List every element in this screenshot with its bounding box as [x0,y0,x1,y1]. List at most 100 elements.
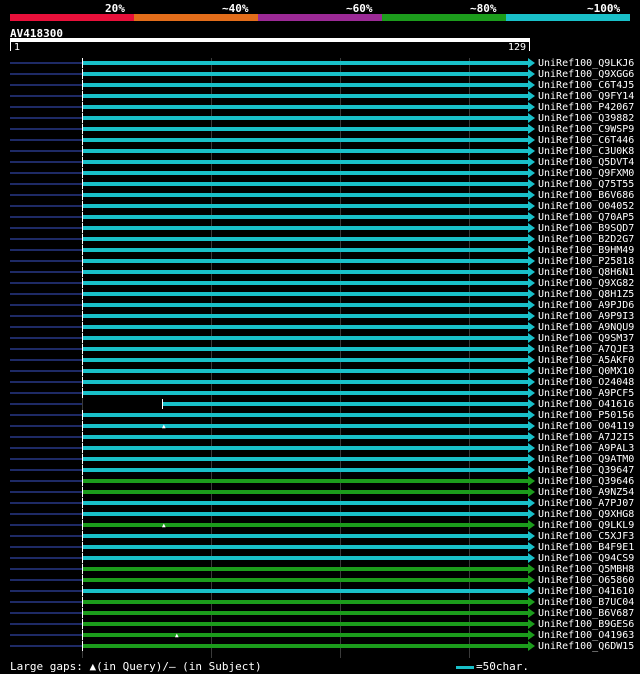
hit-label[interactable]: UniRef100_Q5MBH8 [538,564,634,575]
hit-label[interactable]: UniRef100_A7QJE3 [538,344,634,355]
hit-row[interactable]: UniRef100_Q9SM37 [0,333,640,344]
hit-label[interactable]: UniRef100_Q39882 [538,113,634,124]
hit-bar[interactable] [82,578,528,582]
hit-row[interactable]: UniRef100_A7QJE3 [0,344,640,355]
hit-row[interactable]: UniRef100_A9NQU9 [0,322,640,333]
hit-bar[interactable] [82,391,528,395]
hit-label[interactable]: UniRef100_Q9XGG6 [538,69,634,80]
hit-bar[interactable] [82,270,528,274]
hit-row[interactable]: UniRef100_Q9ATM0 [0,454,640,465]
hit-row[interactable]: UniRef100_Q9XGG6 [0,69,640,80]
hit-row[interactable]: UniRef100_Q8H6N1 [0,267,640,278]
hit-bar[interactable] [82,380,528,384]
hit-bar[interactable] [82,611,528,615]
hit-bar[interactable] [82,479,528,483]
hit-row[interactable]: UniRef100_A5AKF0 [0,355,640,366]
hit-row[interactable]: UniRef100_B6V686 [0,190,640,201]
hit-row[interactable]: UniRef100_Q39647 [0,465,640,476]
hit-bar[interactable] [82,226,528,230]
hit-bar[interactable] [82,281,528,285]
hit-row[interactable]: UniRef100_P25818 [0,256,640,267]
hit-bar[interactable] [82,534,528,538]
hit-row[interactable]: UniRef100_B2D2G7 [0,234,640,245]
hit-row[interactable]: UniRef100_Q39646 [0,476,640,487]
hit-bar[interactable] [82,413,528,417]
hit-bar[interactable] [82,171,528,175]
hit-row[interactable]: UniRef100_A9PCF5 [0,388,640,399]
hit-bar[interactable] [82,556,528,560]
hit-bar[interactable] [82,303,528,307]
hit-bar[interactable] [82,545,528,549]
hit-bar[interactable] [82,589,528,593]
hit-bar[interactable] [82,215,528,219]
hit-row[interactable]: UniRef100_Q70AP5 [0,212,640,223]
hit-row[interactable]: UniRef100_Q8H1Z5 [0,289,640,300]
hit-label[interactable]: UniRef100_C6T446 [538,135,634,146]
hit-bar[interactable] [82,336,528,340]
hit-label[interactable]: UniRef100_O41610 [538,586,634,597]
hit-row[interactable]: ▲ UniRef100_Q9LKL9 [0,520,640,531]
hit-row[interactable]: UniRef100_A9NZ54 [0,487,640,498]
hit-row[interactable]: UniRef100_C3U0K8 [0,146,640,157]
hit-label[interactable]: UniRef100_O41616 [538,399,634,410]
hit-bar[interactable] [82,501,528,505]
hit-bar[interactable] [82,523,528,527]
hit-row[interactable]: UniRef100_Q9XG82 [0,278,640,289]
hit-bar[interactable] [82,325,528,329]
hit-label[interactable]: UniRef100_Q75T55 [538,179,634,190]
hit-bar[interactable] [82,138,528,142]
hit-label[interactable]: UniRef100_Q9SM37 [538,333,634,344]
hit-label[interactable]: UniRef100_Q9XG82 [538,278,634,289]
hit-bar[interactable] [82,512,528,516]
hit-row[interactable]: UniRef100_Q9FXM0 [0,168,640,179]
hit-row[interactable]: ▲ UniRef100_O04119 [0,421,640,432]
hit-bar[interactable] [82,127,528,131]
hit-bar[interactable] [82,116,528,120]
hit-row[interactable]: UniRef100_O24048 [0,377,640,388]
hit-row[interactable]: UniRef100_B4F9E1 [0,542,640,553]
hit-label[interactable]: UniRef100_B6V687 [538,608,634,619]
hit-row[interactable]: UniRef100_Q39882 [0,113,640,124]
hit-bar[interactable] [82,435,528,439]
hit-label[interactable]: UniRef100_B4F9E1 [538,542,634,553]
hit-label[interactable]: UniRef100_Q8H1Z5 [538,289,634,300]
hit-row[interactable]: UniRef100_A9PJD6 [0,300,640,311]
hit-label[interactable]: UniRef100_A9NZ54 [538,487,634,498]
hit-row[interactable]: UniRef100_O41616 [0,399,640,410]
hit-bar[interactable] [82,314,528,318]
hit-label[interactable]: UniRef100_A9PAL3 [538,443,634,454]
hit-label[interactable]: UniRef100_P50156 [538,410,634,421]
hit-label[interactable]: UniRef100_A5AKF0 [538,355,634,366]
hit-bar[interactable] [82,358,528,362]
hit-bar[interactable] [82,259,528,263]
hit-bar[interactable] [162,402,528,406]
hit-bar[interactable] [82,182,528,186]
hit-bar[interactable] [82,193,528,197]
hit-label[interactable]: UniRef100_C5XJF3 [538,531,634,542]
hit-label[interactable]: UniRef100_B7UC04 [538,597,634,608]
hit-label[interactable]: UniRef100_Q6DW15 [538,641,634,652]
hit-row[interactable]: UniRef100_Q5MBH8 [0,564,640,575]
hit-bar[interactable] [82,72,528,76]
hit-label[interactable]: UniRef100_Q9XHG8 [538,509,634,520]
hit-row[interactable]: UniRef100_O41610 [0,586,640,597]
hit-row[interactable]: UniRef100_O65860 [0,575,640,586]
hit-bar[interactable] [82,600,528,604]
hit-bar[interactable] [82,105,528,109]
hit-bar[interactable] [82,644,528,648]
hit-label[interactable]: UniRef100_O24048 [538,377,634,388]
hit-label[interactable]: UniRef100_Q9LKJ6 [538,58,634,69]
hit-row[interactable]: UniRef100_A7PJ07 [0,498,640,509]
hit-label[interactable]: UniRef100_B2D2G7 [538,234,634,245]
hit-bar[interactable] [82,633,528,637]
hit-row[interactable]: UniRef100_Q6DW15 [0,641,640,652]
hit-label[interactable]: UniRef100_O65860 [538,575,634,586]
hit-row[interactable]: UniRef100_A9PAL3 [0,443,640,454]
hit-row[interactable]: UniRef100_B9GES6 [0,619,640,630]
hit-label[interactable]: UniRef100_Q39646 [538,476,634,487]
hit-row[interactable]: UniRef100_B7UC04 [0,597,640,608]
hit-label[interactable]: UniRef100_B9HM49 [538,245,634,256]
hit-label[interactable]: UniRef100_Q9FXM0 [538,168,634,179]
hit-label[interactable]: UniRef100_O41963 [538,630,634,641]
hit-bar[interactable] [82,292,528,296]
